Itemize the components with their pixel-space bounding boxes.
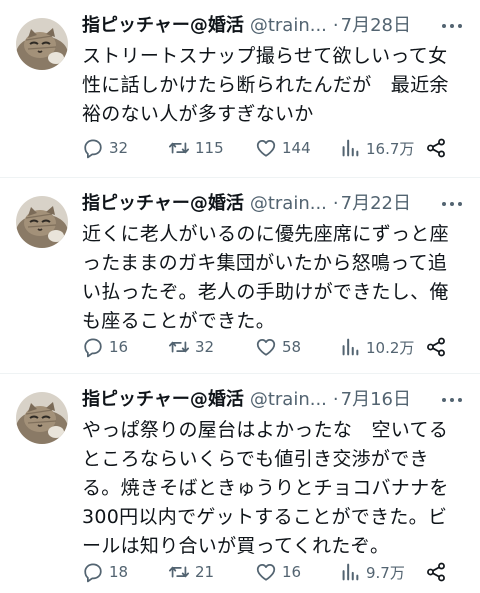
reply-button[interactable]: 18 [82, 561, 168, 583]
more-icon[interactable] [440, 16, 464, 36]
tweet-text: 近くに老人がいるのに優先座席にずっと座 ったままのガキ集団がいたから怒鳴って追 … [82, 223, 449, 332]
display-name[interactable]: 指ピッチャー@婚活 [82, 387, 244, 413]
retweet-icon [168, 336, 190, 358]
cat-avatar-icon [16, 18, 68, 70]
user-handle[interactable]: @train... [250, 387, 327, 413]
tweet-date[interactable]: 7月28日 [341, 13, 411, 39]
reply-count: 32 [109, 139, 129, 157]
retweet-icon [168, 137, 190, 159]
user-handle[interactable]: @train... [250, 191, 327, 217]
reply-button[interactable]: 32 [82, 137, 168, 159]
separator-dot: · [332, 389, 339, 410]
retweet-count: 32 [195, 338, 215, 356]
more-icon[interactable] [440, 390, 464, 410]
views-button[interactable]: 10.2万 [339, 336, 419, 358]
reply-count: 18 [109, 563, 129, 581]
share-icon [425, 137, 447, 159]
view-count: 10.2万 [366, 338, 415, 357]
cat-avatar-icon [16, 392, 68, 444]
retweet-icon [168, 561, 190, 583]
tweet-header: 指ピッチャー@婚活 @train... · 7月28日 [82, 12, 468, 40]
cat-avatar-icon [16, 196, 68, 248]
tweet-date[interactable]: 7月22日 [341, 191, 411, 217]
action-bar: 18 21 16 9.7万 [82, 558, 468, 586]
like-button[interactable]: 144 [255, 137, 339, 159]
reply-icon [82, 137, 104, 159]
like-button[interactable]: 16 [255, 561, 339, 583]
reply-count: 16 [109, 338, 129, 356]
like-button[interactable]: 58 [255, 336, 339, 358]
tweet-date[interactable]: 7月16日 [341, 387, 411, 413]
like-count: 144 [282, 139, 311, 157]
views-icon [339, 137, 361, 159]
tweet[interactable]: 指ピッチャー@婚活 @train... · 7月22日 近くに老人がいるのに優先… [0, 178, 480, 374]
views-button[interactable]: 9.7万 [339, 561, 419, 583]
tweet-text: やっぱ祭りの屋台はよかったな 空いてる ところならいくらでも値引き交渉ができ る… [82, 419, 449, 557]
view-count: 16.7万 [366, 139, 415, 158]
avatar[interactable] [16, 196, 68, 248]
separator-dot: · [332, 193, 339, 214]
share-button[interactable] [425, 137, 452, 159]
heart-icon [255, 336, 277, 358]
action-bar: 16 32 58 10.2万 [82, 333, 468, 361]
retweet-button[interactable]: 21 [168, 561, 255, 583]
tweet-header: 指ピッチャー@婚活 @train... · 7月22日 [82, 190, 468, 218]
views-icon [339, 561, 361, 583]
views-button[interactable]: 16.7万 [339, 137, 419, 159]
reply-icon [82, 336, 104, 358]
reply-button[interactable]: 16 [82, 336, 168, 358]
reply-icon [82, 561, 104, 583]
action-bar: 32 115 144 16.7万 [82, 134, 468, 162]
like-count: 16 [282, 563, 302, 581]
retweet-button[interactable]: 115 [168, 137, 255, 159]
display-name[interactable]: 指ピッチャー@婚活 [82, 13, 244, 39]
share-button[interactable] [425, 561, 452, 583]
tweet-header: 指ピッチャー@婚活 @train... · 7月16日 [82, 386, 468, 414]
heart-icon [255, 561, 277, 583]
retweet-button[interactable]: 32 [168, 336, 255, 358]
user-handle[interactable]: @train... [250, 13, 327, 39]
share-icon [425, 336, 447, 358]
retweet-count: 115 [195, 139, 224, 157]
separator-dot: · [332, 15, 339, 36]
retweet-count: 21 [195, 563, 215, 581]
like-count: 58 [282, 338, 302, 356]
tweet[interactable]: 指ピッチャー@婚活 @train... · 7月16日 やっぱ祭りの屋台はよかっ… [0, 374, 480, 593]
tweet[interactable]: 指ピッチャー@婚活 @train... · 7月28日 ストリートスナップ撮らせ… [0, 0, 480, 178]
view-count: 9.7万 [366, 563, 405, 582]
avatar[interactable] [16, 392, 68, 444]
avatar[interactable] [16, 18, 68, 70]
display-name[interactable]: 指ピッチャー@婚活 [82, 191, 244, 217]
share-button[interactable] [425, 336, 452, 358]
more-icon[interactable] [440, 194, 464, 214]
share-icon [425, 561, 447, 583]
tweet-text: ストリートスナップ撮らせて欲しいって女 性に話しかけたら断られたんだが 最近余 … [82, 45, 449, 125]
views-icon [339, 336, 361, 358]
heart-icon [255, 137, 277, 159]
